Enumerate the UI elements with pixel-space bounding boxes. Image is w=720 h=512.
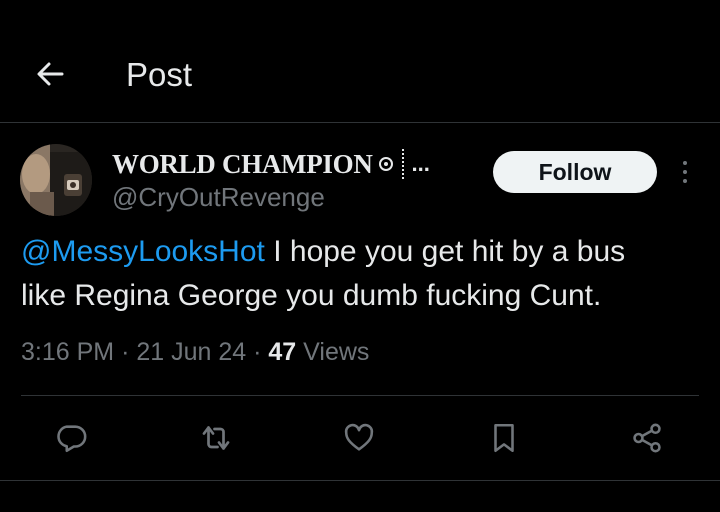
repost-button[interactable] [197, 419, 235, 457]
share-button[interactable] [628, 419, 666, 457]
author-handle[interactable]: @CryOutRevenge [112, 182, 325, 213]
meta-separator: · [253, 338, 269, 366]
dotted-bar [401, 149, 404, 179]
repost-icon [202, 426, 230, 450]
tweet-time[interactable]: 3:16 PM [21, 338, 114, 366]
bookmark-icon [494, 423, 514, 453]
display-name[interactable]: WORLD CHAMPION [112, 149, 373, 180]
tweet-date[interactable]: 21 Jun 24 [136, 338, 246, 366]
arrow-left-icon [37, 62, 64, 86]
more-dot-icon [683, 170, 687, 174]
name-ellipsis: ... [411, 151, 430, 176]
mention-link[interactable]: @MessyLooksHot [21, 235, 265, 268]
name-overflow: ... [401, 149, 430, 179]
views-label: Views [303, 338, 370, 366]
tweet-text-line2: like Regina George you dumb fucking Cunt… [21, 279, 602, 312]
page-title: Post [126, 56, 193, 93]
tweet-text-line1: I hope you get hit by a bus [264, 235, 626, 268]
swirl-emoji-icon [378, 157, 393, 171]
meta-separator: · [121, 338, 137, 366]
action-divider [21, 395, 699, 396]
more-options-button[interactable] [671, 157, 699, 187]
back-button[interactable] [30, 54, 70, 94]
bookmark-button[interactable] [485, 419, 523, 457]
avatar[interactable] [20, 144, 92, 216]
like-icon [344, 423, 374, 451]
like-button[interactable] [340, 419, 378, 457]
reply-icon [57, 425, 87, 453]
bottom-divider [0, 480, 720, 481]
header-divider [0, 122, 720, 123]
reply-button[interactable] [52, 419, 90, 457]
follow-button[interactable]: Follow [493, 151, 657, 193]
author-name-row: WORLD CHAMPION ... [112, 147, 430, 181]
tweet-meta: 3:16 PM · 21 Jun 24 · 47 Views [21, 338, 369, 367]
tweet-text: @MessyLooksHot I hope you get hit by a b… [21, 230, 701, 318]
views-count: 47 [268, 338, 297, 366]
avatar-image [20, 144, 92, 216]
more-dot-icon [683, 161, 687, 165]
more-dot-icon [683, 179, 687, 183]
top-bar: Post [0, 0, 720, 122]
share-icon [633, 423, 661, 453]
